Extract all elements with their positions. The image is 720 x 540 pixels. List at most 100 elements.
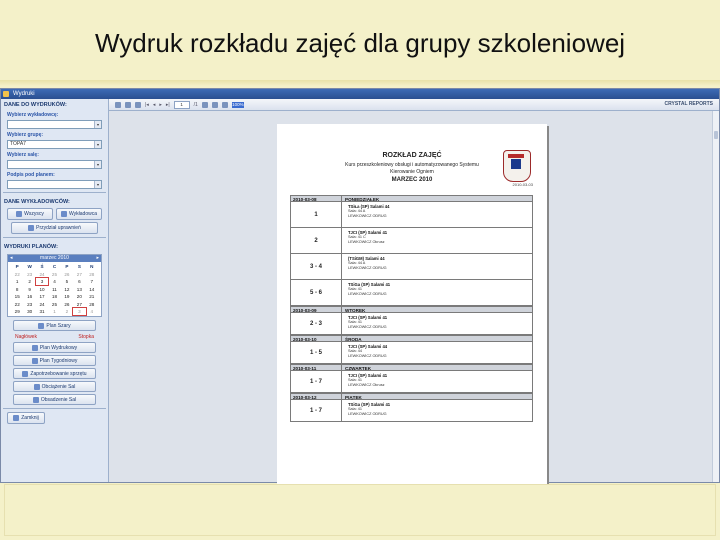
calendar-day[interactable]: 4 (48, 278, 60, 285)
calendar-day[interactable]: 18 (48, 293, 60, 300)
room-select[interactable]: ▾ (7, 160, 102, 169)
calendar-day[interactable]: 28 (86, 271, 98, 278)
day-header: 2010-03-09 WTOREK (290, 306, 533, 313)
zapotrzebowanie-button[interactable]: Zapotrzebowanie sprzętu (13, 368, 96, 379)
calendar-day[interactable]: 1 (48, 308, 60, 315)
calendar-day[interactable]: 31 (36, 308, 48, 315)
calendar-day[interactable]: 20 (73, 293, 85, 300)
export-icon[interactable] (115, 101, 121, 108)
calendar-day[interactable]: 23 (23, 271, 35, 278)
slot-hours: 1 - 5 (291, 342, 342, 363)
first-page-icon[interactable]: |◂ (145, 102, 149, 108)
prev-month-icon[interactable]: ◂ (10, 255, 13, 262)
calendar-day[interactable]: 1 (11, 278, 23, 285)
divider (3, 408, 106, 409)
scroll-thumb[interactable] (714, 131, 718, 139)
slot-hours: 1 (291, 202, 342, 227)
print-icon[interactable] (125, 101, 131, 108)
calendar-day[interactable]: 24 (36, 301, 48, 308)
instructor-label: Wybierz wykładowcę: (7, 112, 59, 118)
window-titlebar[interactable]: Wydruki (1, 89, 719, 99)
day-name: PIĄTEK (345, 395, 362, 400)
calendar-day[interactable]: 2 (23, 278, 35, 285)
refresh-icon[interactable] (211, 101, 218, 108)
search-icon[interactable] (221, 101, 228, 108)
wszyscy-button[interactable]: Wszyscy (7, 208, 53, 220)
calendar-day[interactable]: 26 (61, 271, 73, 278)
group-tree-icon[interactable] (135, 101, 141, 108)
plan-wydrukowy-button[interactable]: Plan Wydrukowy (13, 342, 96, 353)
stopka-link[interactable]: Stopka (78, 334, 94, 340)
calendar-day[interactable]: 2 (61, 308, 73, 315)
naglowek-link[interactable]: Nagłówek (15, 334, 37, 340)
calendar-day[interactable]: 27 (73, 271, 85, 278)
calendar-day[interactable]: 3 (72, 307, 87, 316)
calendar-day[interactable]: 27 (73, 301, 85, 308)
plan-szary-button[interactable]: Plan Szary (13, 320, 96, 331)
calendar-day[interactable]: 7 (86, 278, 98, 285)
key-icon (28, 225, 35, 231)
calendar-day[interactable]: 3 (34, 277, 50, 286)
instructor-select[interactable]: ▾ (7, 120, 102, 129)
calendar-day[interactable]: 25 (48, 271, 60, 278)
group-select[interactable]: TOPA7 ▾ (7, 140, 102, 149)
last-page-icon[interactable]: ▸| (166, 102, 170, 108)
people-icon (16, 211, 23, 217)
calendar-day[interactable]: 4 (86, 308, 98, 315)
calendar-day[interactable]: 11 (48, 286, 60, 293)
calendar-day[interactable]: 14 (86, 286, 98, 293)
section-data-header: DANE DO WYDRUKÓW: (4, 102, 67, 108)
calendar-day[interactable]: 29 (11, 308, 23, 315)
slot-info: TSiŁa (SP) Salami 44 Sala: 44 A LEWKOWICZ … (342, 202, 532, 227)
schedule-table: 2010-03-08 PONIEDZIAŁEK 1 TSiŁa (SP) Salami… (290, 195, 533, 422)
calendar-day[interactable]: 30 (23, 308, 35, 315)
calendar-day[interactable]: 26 (61, 301, 73, 308)
calendar-day[interactable]: 12 (61, 286, 73, 293)
chevron-down-icon[interactable]: ▾ (94, 141, 101, 148)
calendar-day[interactable]: 13 (73, 286, 85, 293)
calendar-day[interactable]: 16 (23, 293, 35, 300)
stop-icon[interactable] (201, 101, 208, 108)
obsadzenie-button[interactable]: Obsadzenie Sal (13, 394, 96, 405)
obciazenie-button[interactable]: Obciążenie Sal (13, 381, 96, 392)
calendar-day[interactable]: 28 (86, 301, 98, 308)
calendar-day[interactable]: 21 (86, 293, 98, 300)
tools-icon (22, 370, 29, 377)
calendar-day[interactable]: 23 (23, 301, 35, 308)
calendar-day[interactable]: 22 (11, 271, 23, 278)
chevron-down-icon[interactable]: ▾ (94, 181, 101, 188)
slot-hours: 1 - 7 (291, 400, 342, 421)
prev-page-icon[interactable]: ◂ (153, 102, 156, 108)
plan-tygodniowy-button[interactable]: Plan Tygodniowy (13, 355, 96, 366)
calendar-day[interactable]: 24 (36, 271, 48, 278)
signature-select[interactable]: ▾ (7, 180, 102, 189)
calendar-day[interactable]: 15 (11, 293, 23, 300)
section-plans-header: WYDRUKI PLANÓW: (4, 244, 58, 250)
calendar-day[interactable]: 22 (11, 301, 23, 308)
calendar-day[interactable]: 6 (73, 278, 85, 285)
day-date: 2010-03-12 (291, 394, 342, 400)
chevron-down-icon[interactable]: ▾ (94, 161, 101, 168)
report-viewer-area: |◂ ◂ ▸ ▸| 1 /1 100% CRYSTAL REPORTS ROZK… (109, 99, 719, 494)
next-month-icon[interactable]: ▸ (96, 255, 99, 262)
calendar-day[interactable]: 9 (23, 286, 35, 293)
slot-hours: 5 - 6 (291, 280, 342, 305)
calendar-day[interactable]: 17 (36, 293, 48, 300)
calendar[interactable]: ◂ marzec 2010 ▸ P W Ś C P S N 22 23 24 25 26 27 28 1 2 3 4 5… (7, 254, 102, 317)
day-date: 2010-03-08 (291, 196, 342, 202)
page-number-input[interactable]: 1 (173, 100, 190, 109)
calendar-day[interactable]: 5 (61, 278, 73, 285)
calendar-day[interactable]: 19 (61, 293, 73, 300)
next-page-icon[interactable]: ▸ (159, 102, 162, 108)
chevron-down-icon[interactable]: ▾ (94, 121, 101, 128)
wykladowca-button[interactable]: Wykładowca (56, 208, 102, 220)
calendar-day[interactable]: 8 (11, 286, 23, 293)
zamknij-button[interactable]: Zamknij (7, 412, 45, 424)
zoom-select[interactable]: 100% (231, 101, 244, 108)
calendar-day[interactable]: 25 (48, 301, 60, 308)
report-page: ROZKŁAD ZAJĘĆ Kurs przeszkoleniowy obsłu… (277, 124, 547, 494)
calendar-day[interactable]: 10 (36, 286, 48, 293)
calendar-icon (31, 357, 38, 364)
vertical-scrollbar[interactable] (712, 111, 719, 482)
przydzial-button[interactable]: Przydział uprawnień (11, 222, 98, 234)
